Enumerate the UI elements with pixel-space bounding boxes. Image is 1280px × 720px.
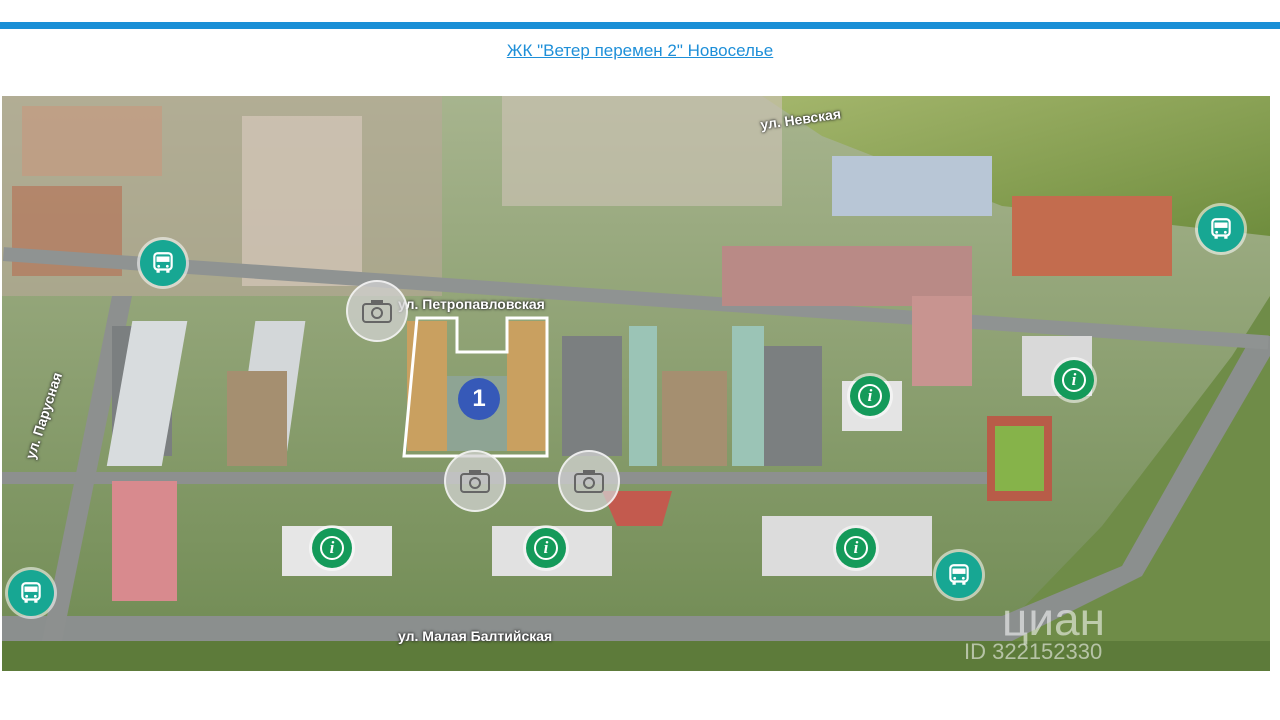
aerial-site-map: ул. Невская ул. Петропавловская ул. Пару… xyxy=(2,96,1270,671)
camera-icon xyxy=(460,470,490,493)
complex-title-link[interactable]: ЖК "Ветер перемен 2" Новоселье xyxy=(0,41,1280,61)
camera-icon xyxy=(362,300,392,323)
info-icon: i xyxy=(320,536,344,560)
bus-stop-marker[interactable] xyxy=(936,552,982,598)
camera-viewpoint-marker[interactable] xyxy=(346,280,408,342)
bus-stop-marker[interactable] xyxy=(8,570,54,616)
info-icon: i xyxy=(844,536,868,560)
bus-icon xyxy=(21,582,41,603)
info-icon: i xyxy=(858,384,882,408)
info-marker[interactable]: i xyxy=(312,528,352,568)
bus-icon xyxy=(1211,218,1231,239)
bus-icon xyxy=(949,564,969,585)
cian-watermark-logo: циан xyxy=(1002,593,1106,645)
bus-stop-marker[interactable] xyxy=(140,240,186,286)
camera-icon xyxy=(574,470,604,493)
info-marker[interactable]: i xyxy=(850,376,890,416)
info-icon: i xyxy=(1062,368,1086,392)
camera-viewpoint-marker[interactable] xyxy=(444,450,506,512)
bus-icon xyxy=(153,252,173,273)
bus-stop-marker[interactable] xyxy=(1198,206,1244,252)
info-marker[interactable]: i xyxy=(836,528,876,568)
info-marker[interactable]: i xyxy=(526,528,566,568)
info-icon: i xyxy=(534,536,558,560)
cian-watermark-id: ID 322152330 xyxy=(964,639,1103,664)
street-label-petropavlovskaya: ул. Петропавловская xyxy=(398,296,545,312)
street-label-malaya-baltiyskaya: ул. Малая Балтийская xyxy=(398,628,553,644)
building-number-marker[interactable]: 1 xyxy=(458,378,500,420)
camera-viewpoint-marker[interactable] xyxy=(558,450,620,512)
top-accent-bar xyxy=(0,22,1280,29)
info-marker[interactable]: i xyxy=(1054,360,1094,400)
